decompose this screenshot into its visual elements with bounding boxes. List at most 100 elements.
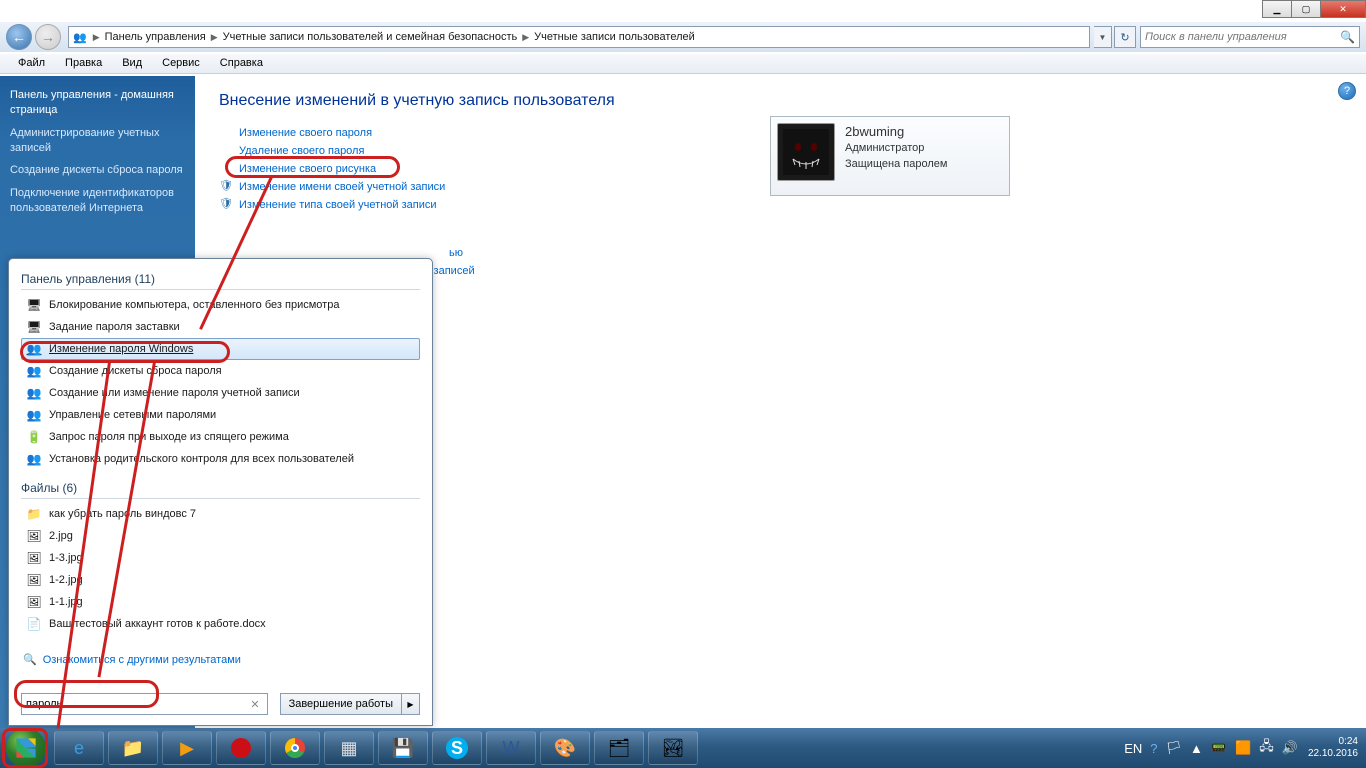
- taskbar: e 📁 ▶ ▦ 💾 S W 🎨 🗂 🏞 EN ? 🏳 ▲ 📟 🟧 🖧 🔊 0:2…: [0, 728, 1366, 768]
- folder-icon: 📁: [25, 506, 43, 522]
- tray-app-icon[interactable]: 📟: [1211, 740, 1227, 756]
- search-icon[interactable]: 🔍: [1340, 30, 1355, 44]
- tray-lang[interactable]: EN: [1124, 741, 1142, 756]
- forward-button[interactable]: →: [35, 24, 61, 50]
- menu-file[interactable]: Файл: [8, 54, 55, 73]
- task-change-type[interactable]: Изменение типа своей учетной записи: [219, 196, 559, 214]
- taskbar-opera[interactable]: [216, 731, 266, 765]
- address-bar[interactable]: 👥 ▶ Панель управления ▶ Учетные записи п…: [68, 26, 1090, 48]
- maximize-button[interactable]: ▢: [1291, 0, 1321, 18]
- tray-help-icon[interactable]: ?: [1150, 741, 1157, 756]
- menu-view[interactable]: Вид: [112, 54, 152, 73]
- taskbar-save[interactable]: 💾: [378, 731, 428, 765]
- breadcrumb[interactable]: Учетные записи пользователей и семейная …: [220, 31, 521, 43]
- taskbar-paint[interactable]: 🎨: [540, 731, 590, 765]
- start-search-input[interactable]: [26, 698, 247, 710]
- task-remove-password[interactable]: Удаление своего пароля: [219, 142, 559, 160]
- tray-app-icon[interactable]: 🟧: [1235, 740, 1251, 756]
- tray-date: 22.10.2016: [1308, 748, 1358, 760]
- back-button[interactable]: ←: [6, 24, 32, 50]
- shield-icon: [219, 180, 233, 194]
- start-search-box[interactable]: ✕: [21, 693, 268, 715]
- menu-service[interactable]: Сервис: [152, 54, 210, 73]
- file-result[interactable]: 🖼1-3.jpg: [21, 547, 420, 569]
- task-change-picture[interactable]: Изменение своего рисунка: [219, 160, 559, 178]
- cp-result[interactable]: 👥 Создание или изменение пароля учетной з…: [21, 382, 420, 404]
- close-button[interactable]: ✕: [1320, 0, 1366, 18]
- file-result[interactable]: 🖼1-1.jpg: [21, 591, 420, 613]
- result-label: как убрать пароль виндовс 7: [49, 508, 196, 520]
- nav-bar: ← → 👥 ▶ Панель управления ▶ Учетные запи…: [0, 22, 1366, 52]
- shield-icon: [219, 198, 233, 212]
- file-result[interactable]: 📁 как убрать пароль виндовс 7: [21, 503, 420, 525]
- breadcrumb[interactable]: Панель управления: [102, 31, 209, 43]
- menu-edit[interactable]: Правка: [55, 54, 112, 73]
- minimize-button[interactable]: ▁: [1262, 0, 1292, 18]
- search-box[interactable]: 🔍: [1140, 26, 1360, 48]
- taskbar-wmp[interactable]: ▶: [162, 731, 212, 765]
- cp-result[interactable]: 🖥 Задание пароля заставки: [21, 316, 420, 338]
- taskbar-chrome[interactable]: [270, 731, 320, 765]
- search-group-cp: Панель управления (11): [21, 269, 420, 290]
- user-status: Защищена паролем: [845, 157, 947, 172]
- clear-icon[interactable]: ✕: [247, 698, 262, 711]
- task-label: Изменение типа своей учетной записи: [239, 199, 437, 211]
- cp-result-selected[interactable]: 👥Изменение пароля Windows: [21, 338, 420, 360]
- sidebar-link[interactable]: Администрирование учетных записей: [0, 122, 195, 160]
- shutdown-button[interactable]: Завершение работы: [280, 693, 402, 715]
- see-more-results[interactable]: 🔍Ознакомиться с другими результатами: [21, 647, 420, 666]
- monitor-icon: 🖥: [25, 319, 43, 335]
- taskbar-app2[interactable]: 🗂: [594, 731, 644, 765]
- help-icon[interactable]: ?: [1338, 82, 1356, 100]
- taskbar-ie[interactable]: e: [54, 731, 104, 765]
- result-label: 2.jpg: [49, 530, 73, 542]
- taskbar-skype[interactable]: S: [432, 731, 482, 765]
- result-label: Задание пароля заставки: [49, 321, 180, 333]
- users-icon: 👥: [25, 385, 43, 401]
- control-panel-icon: 👥: [73, 31, 87, 44]
- user-info: 2bwuming Администратор Защищена паролем: [835, 123, 947, 189]
- breadcrumb-sep: ▶: [91, 32, 102, 43]
- start-button[interactable]: [6, 728, 46, 768]
- cp-result[interactable]: 👥Управление сетевыми паролями: [21, 404, 420, 426]
- task-change-password[interactable]: Изменение своего пароля: [219, 124, 559, 142]
- breadcrumb[interactable]: Учетные записи пользователей: [531, 31, 698, 43]
- users-icon: 👥: [25, 363, 43, 379]
- taskbar-photos[interactable]: 🏞: [648, 731, 698, 765]
- tray-volume-icon[interactable]: 🔊: [1282, 740, 1298, 756]
- tray-clock[interactable]: 0:24 22.10.2016: [1308, 736, 1358, 760]
- breadcrumb-sep: ▶: [520, 32, 531, 43]
- sidebar-link[interactable]: Создание дискеты сброса пароля: [0, 159, 195, 182]
- file-result[interactable]: 🖼1-2.jpg: [21, 569, 420, 591]
- file-result[interactable]: 🖼2.jpg: [21, 525, 420, 547]
- result-label: Запрос пароля при выходе из спящего режи…: [49, 431, 289, 443]
- tray-flag-icon[interactable]: 🏳: [1165, 740, 1182, 756]
- address-dropdown[interactable]: ▼: [1094, 26, 1112, 48]
- taskbar-app[interactable]: ▦: [324, 731, 374, 765]
- cp-result[interactable]: 👥Установка родительского контроля для вс…: [21, 448, 420, 470]
- result-label: 1-2.jpg: [49, 574, 83, 586]
- task-list: Изменение своего пароля Удаление своего …: [219, 124, 559, 280]
- taskbar-explorer[interactable]: 📁: [108, 731, 158, 765]
- taskbar-word[interactable]: W: [486, 731, 536, 765]
- cp-result[interactable]: 👥Создание дискеты сброса пароля: [21, 360, 420, 382]
- shutdown-menu-arrow[interactable]: ▶: [402, 693, 420, 715]
- tray-network-icon[interactable]: 🖧: [1259, 737, 1274, 759]
- result-label: Ваш тестовый аккаунт готов к работе.docx: [49, 618, 266, 630]
- cp-result[interactable]: 🔋Запрос пароля при выходе из спящего реж…: [21, 426, 420, 448]
- task-change-name[interactable]: Изменение имени своей учетной записи: [219, 178, 559, 196]
- result-label: Создание или изменение пароля учетной за…: [49, 387, 300, 399]
- menu-help[interactable]: Справка: [210, 54, 273, 73]
- cp-result[interactable]: 🖥Блокирование компьютера, оставленного б…: [21, 294, 420, 316]
- search-icon: 🔍: [23, 654, 37, 666]
- menu-bar: Файл Правка Вид Сервис Справка: [0, 54, 1366, 74]
- file-result[interactable]: 📄Ваш тестовый аккаунт готов к работе.doc…: [21, 613, 420, 635]
- search-input[interactable]: [1145, 31, 1340, 43]
- sidebar-home[interactable]: Панель управления - домашняя страница: [0, 84, 195, 122]
- monitor-icon: 🖥: [25, 297, 43, 313]
- result-label: Управление сетевыми паролями: [49, 409, 216, 421]
- sidebar-link[interactable]: Подключение идентификаторов пользователе…: [0, 182, 195, 220]
- result-label: Установка родительского контроля для все…: [49, 453, 354, 465]
- tray-up-icon[interactable]: ▲: [1190, 741, 1203, 756]
- refresh-button[interactable]: ↻: [1114, 26, 1136, 48]
